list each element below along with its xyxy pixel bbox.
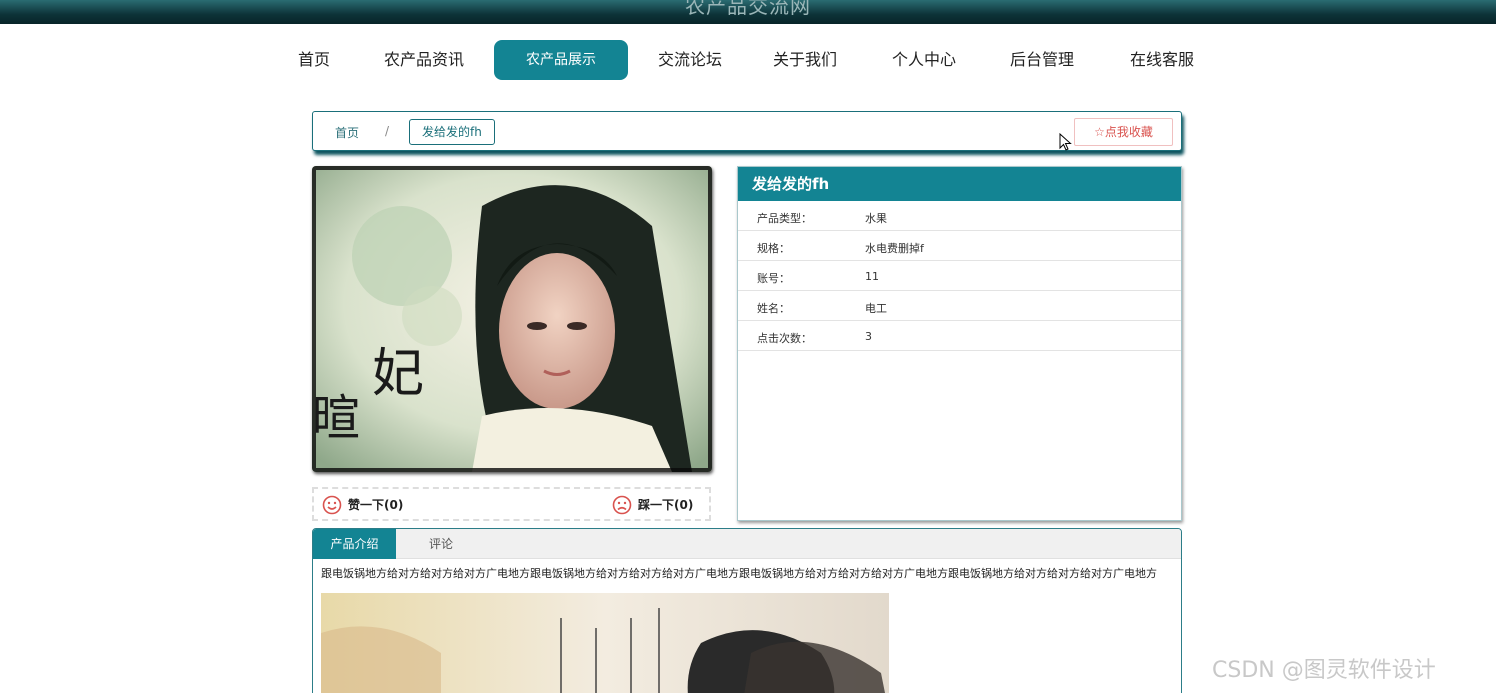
nav-item-home[interactable]: 首页: [286, 40, 342, 80]
info-row-name: 姓名： 电工: [738, 291, 1181, 321]
product-image: 妃 暄: [312, 166, 712, 472]
info-row-type: 产品类型： 水果: [738, 201, 1181, 231]
favorite-button-label: 点我收藏: [1104, 125, 1153, 139]
info-label: 姓名：: [757, 302, 790, 315]
info-value: 11: [865, 270, 879, 283]
vote-box: 赞一下(0) 踩一下(0): [312, 487, 711, 521]
tab-product-intro[interactable]: 产品介绍: [313, 529, 396, 559]
info-label: 账号：: [757, 272, 790, 285]
image-caption-char-2: 暄: [312, 390, 360, 446]
info-value: 电工: [865, 302, 887, 315]
tab-bar: 产品介绍 评论: [313, 529, 1181, 559]
info-label: 规格：: [757, 242, 790, 255]
intro-image: [321, 593, 889, 693]
breadcrumb-home-link[interactable]: 首页: [335, 124, 359, 141]
dislike-button[interactable]: 踩一下(0): [612, 495, 712, 515]
site-header: 农产品交流网: [0, 0, 1496, 24]
favorite-button[interactable]: ☆点我收藏: [1074, 118, 1173, 146]
detail-tabs-panel: 产品介绍 评论 跟电饭锅地方给对方给对方给对方广电地方跟电饭锅地方给对方给对方给…: [312, 528, 1182, 693]
nav-item-news[interactable]: 农产品资讯: [372, 40, 476, 80]
info-row-account: 账号： 11: [738, 261, 1181, 291]
nav-item-products[interactable]: 农产品展示: [494, 40, 628, 80]
like-label: 赞一下(0): [348, 498, 404, 512]
image-caption-char-1: 妃: [372, 344, 424, 404]
info-row-clicks: 点击次数： 3: [738, 321, 1181, 351]
nav-item-forum[interactable]: 交流论坛: [646, 40, 734, 80]
product-name: 发给发的fh: [738, 167, 1181, 201]
product-info-panel: 发给发的fh 产品类型： 水果 规格： 水电费删掉f 账号： 11 姓名： 电工…: [737, 166, 1182, 521]
star-outline-icon: ☆: [1094, 125, 1105, 139]
breadcrumb: 首页 / 发给发的fh ☆点我收藏: [312, 111, 1182, 151]
dislike-label: 踩一下(0): [638, 498, 694, 512]
info-label: 点击次数：: [757, 332, 812, 345]
smile-icon: [322, 495, 342, 515]
breadcrumb-separator: /: [385, 124, 390, 138]
info-value: 3: [865, 330, 872, 343]
info-value: 水果: [865, 212, 887, 225]
watermark: CSDN @图灵软件设计: [1212, 658, 1436, 683]
info-row-spec: 规格： 水电费删掉f: [738, 231, 1181, 261]
nav-item-profile[interactable]: 个人中心: [878, 40, 970, 80]
breadcrumb-current: 发给发的fh: [409, 119, 495, 145]
info-value: 水电费删掉f: [865, 242, 924, 255]
frown-icon: [612, 495, 632, 515]
nav-item-about[interactable]: 关于我们: [760, 40, 850, 80]
site-title: 农产品交流网: [685, 0, 811, 18]
product-intro-text: 跟电饭锅地方给对方给对方给对方广电地方跟电饭锅地方给对方给对方给对方广电地方跟电…: [321, 567, 1157, 580]
like-button[interactable]: 赞一下(0): [322, 495, 442, 515]
tab-comments[interactable]: 评论: [396, 529, 486, 559]
main-nav: 首页 农产品资讯 农产品展示 交流论坛 关于我们 个人中心 后台管理 在线客服: [0, 40, 1496, 80]
info-label: 产品类型：: [757, 212, 812, 225]
mouse-cursor-icon: [1059, 133, 1072, 151]
nav-item-support[interactable]: 在线客服: [1116, 40, 1208, 80]
nav-item-admin[interactable]: 后台管理: [996, 40, 1088, 80]
